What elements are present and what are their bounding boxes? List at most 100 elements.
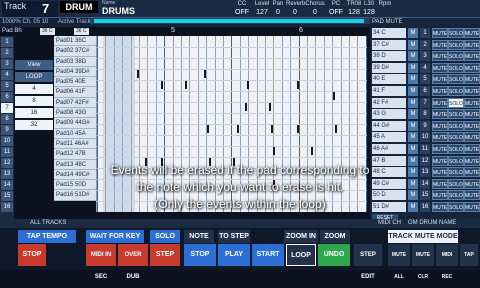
pad-solo-button[interactable]: SOLO	[448, 97, 464, 108]
track-tab-15[interactable]: 15	[1, 191, 13, 201]
note-event[interactable]	[137, 70, 139, 78]
note-event[interactable]	[333, 92, 335, 100]
pad-solo-button[interactable]: SOLO	[448, 190, 464, 201]
note-event[interactable]	[245, 103, 247, 111]
quant-4-button[interactable]: 4	[15, 84, 53, 94]
pad-mute-button[interactable]: MUTE	[464, 178, 480, 189]
pad-row-3[interactable]: Pad03 38D	[54, 56, 96, 67]
pad-mute-button[interactable]: MUTE	[432, 51, 448, 62]
pad-mute-button[interactable]: MUTE	[464, 120, 480, 131]
track-tab-6[interactable]: 6	[1, 92, 13, 102]
note-button[interactable]: NOTE	[184, 230, 214, 243]
pad-mute-button[interactable]: MUTE	[432, 132, 448, 143]
undo-button[interactable]: UNDO	[318, 244, 350, 266]
pad-mute-toggle[interactable]: M	[408, 144, 418, 154]
pad-solo-button[interactable]: SOLO	[448, 62, 464, 73]
pad-mute-button[interactable]: MUTE	[432, 190, 448, 201]
track-tab-3[interactable]: 3	[1, 59, 13, 69]
step-edit-button[interactable]: STEP EDIT	[354, 244, 382, 280]
param-pc-val[interactable]: OFF	[328, 9, 344, 16]
loop-transport-button[interactable]: LOOP	[286, 244, 316, 266]
stop-button[interactable]: STOP	[184, 244, 216, 266]
pad-mute-button[interactable]: MUTE	[464, 51, 480, 62]
step-button[interactable]: STEP	[150, 244, 180, 266]
pad-mute-toggle[interactable]: M	[408, 132, 418, 143]
pad-mute-button[interactable]: MUTE	[464, 167, 480, 178]
note-event[interactable]	[271, 125, 273, 133]
pad-solo-button[interactable]: SOLO	[448, 28, 464, 38]
wait-for-key-button[interactable]: WAIT FOR KEY	[86, 230, 144, 243]
pad-mute-button[interactable]: MUTE	[432, 109, 448, 120]
pad-mute-toggle[interactable]: M	[408, 51, 418, 62]
midi-sec-button[interactable]: MIDI IN SEC	[86, 244, 116, 280]
pad-row-7[interactable]: Pad07 42F#	[54, 97, 96, 109]
pad-row-9[interactable]: Pad09 44G#	[54, 118, 96, 129]
timeline-bar[interactable]	[90, 18, 370, 24]
note-event[interactable]	[237, 125, 239, 133]
start-button[interactable]: START	[252, 244, 284, 266]
pad-box-2[interactable]: 36 C	[74, 28, 89, 35]
param-l30-val[interactable]: 128	[362, 9, 376, 16]
view-button[interactable]: View	[15, 60, 53, 70]
pad-row-10[interactable]: Pad10 45A	[54, 128, 96, 139]
quant-8-button[interactable]: 8	[15, 96, 53, 106]
pad-mute-toggle[interactable]: M	[408, 28, 418, 38]
loop-button[interactable]: LOOP	[15, 72, 53, 82]
pad-mute-toggle[interactable]: M	[408, 39, 418, 50]
quant-32-button[interactable]: 32	[15, 120, 53, 130]
track-tab-9[interactable]: 9	[1, 125, 13, 135]
pad-solo-button[interactable]: SOLO	[448, 144, 464, 154]
pad-mute-button[interactable]: MUTE	[432, 202, 448, 212]
pad-row-1[interactable]: Pad01 36C	[54, 36, 96, 47]
track-selector[interactable]: Track 7	[2, 1, 58, 17]
pad-mute-button[interactable]: MUTE	[432, 74, 448, 85]
pad-mute-button[interactable]: MUTE	[464, 132, 480, 143]
zoom-in-button[interactable]: ZOOM IN	[284, 230, 318, 243]
pad-mute-button[interactable]: MUTE	[432, 120, 448, 131]
play-button[interactable]: PLAY	[218, 244, 250, 266]
param-level-val[interactable]: 127	[254, 9, 270, 16]
pad-solo-button[interactable]: SOLO	[448, 51, 464, 62]
param-cc-val[interactable]: OFF	[234, 9, 250, 16]
track-mute-mode-button[interactable]: TRACK MUTE MODE	[388, 230, 458, 243]
to-step-button[interactable]: TO STEP	[218, 230, 250, 243]
pad-solo-button[interactable]: SOLO	[448, 132, 464, 143]
solo-button[interactable]: SOLO	[150, 230, 180, 243]
pad-mute-button[interactable]: MUTE	[464, 190, 480, 201]
pad-row-5[interactable]: Pad05 40E	[54, 77, 96, 88]
pad-solo-button[interactable]: SOLO	[448, 167, 464, 178]
pad-solo-button[interactable]: SOLO	[448, 109, 464, 120]
param-pan-val[interactable]: 0	[272, 9, 284, 16]
pad-mute-button[interactable]: MUTE	[432, 28, 448, 38]
pad-solo-button[interactable]: SOLO	[448, 178, 464, 189]
pad-mute-toggle[interactable]: M	[408, 74, 418, 85]
track-tab-14[interactable]: 14	[1, 180, 13, 190]
pad-mute-button[interactable]: MUTE	[464, 202, 480, 212]
track-tab-5[interactable]: 5	[1, 81, 13, 91]
track-tab-13[interactable]: 13	[1, 169, 13, 179]
tap-button[interactable]: TAP	[460, 244, 478, 266]
pad-row-4[interactable]: Pad04 39D#	[54, 66, 96, 78]
track-tab-16[interactable]: 16	[1, 202, 13, 212]
pad-row-6[interactable]: Pad06 41F	[54, 87, 96, 98]
note-event[interactable]	[297, 125, 299, 133]
pad-row-12[interactable]: Pad12 47B	[54, 149, 96, 160]
pad-mute-button[interactable]: MUTE	[464, 28, 480, 38]
pad-mute-button[interactable]: MUTE	[432, 144, 448, 154]
pad-mute-button[interactable]: MUTE	[464, 109, 480, 120]
pad-mute-button[interactable]: MUTE	[464, 62, 480, 73]
track-tab-4[interactable]: 4	[1, 70, 13, 80]
pad-mute-button[interactable]: MUTE	[432, 62, 448, 73]
pad-solo-button[interactable]: SOLO	[448, 86, 464, 96]
note-event[interactable]	[335, 125, 337, 133]
midi-ch-tab[interactable]: MIDI CH	[378, 220, 401, 226]
note-event[interactable]	[273, 147, 275, 155]
pad-mute-toggle[interactable]: M	[408, 109, 418, 120]
param-tr08-val[interactable]: 128	[346, 9, 362, 16]
track-tab-10[interactable]: 10	[1, 136, 13, 146]
pad-mute-toggle[interactable]: M	[408, 86, 418, 96]
track-tab-2[interactable]: 2	[1, 48, 13, 58]
pad-mute-button[interactable]: MUTE	[464, 155, 480, 166]
mute-clr-button[interactable]: MUTE CLR	[412, 244, 434, 280]
track-name[interactable]: DRUMS	[102, 6, 135, 16]
